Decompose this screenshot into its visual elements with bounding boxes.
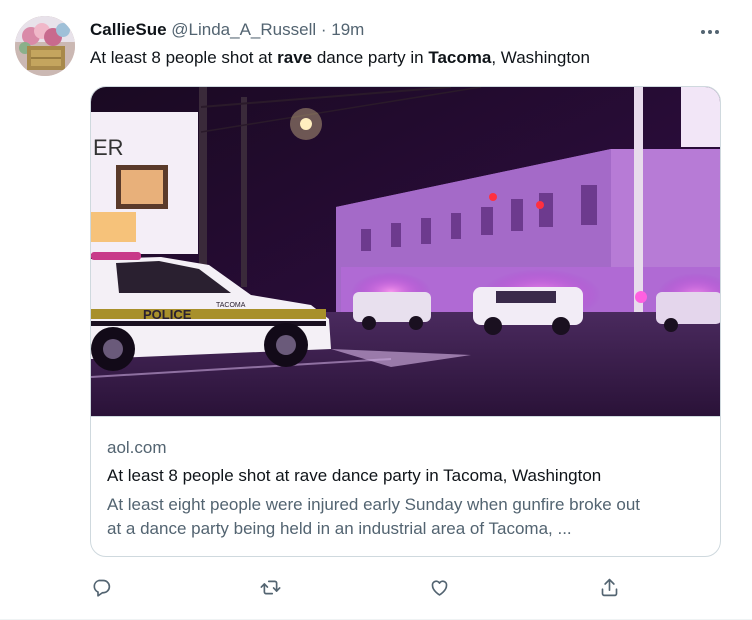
tweet-header: CallieSue @Linda_A_Russell · 19m xyxy=(90,19,702,41)
link-description-line: At least eight people were injured early… xyxy=(107,495,641,514)
tweet-text: At least 8 people shot at rave dance par… xyxy=(90,47,590,69)
link-card-image: ER POLICE TACOMA xyxy=(91,87,720,417)
more-icon xyxy=(701,30,719,34)
avatar[interactable] xyxy=(15,16,75,76)
tweet-text-highlight: rave xyxy=(277,48,313,67)
link-domain: aol.com xyxy=(107,438,167,457)
tweet-text-segment: , Washington xyxy=(491,48,590,67)
link-card[interactable]: ER POLICE TACOMA aol.com At least 8 peop… xyxy=(90,86,721,557)
author-name[interactable]: CallieSue xyxy=(90,20,167,39)
link-description-line: at a dance party being held in an indust… xyxy=(107,519,572,538)
link-description: At least eight people were injured early… xyxy=(107,493,704,541)
tweet-text-segment: dance party in xyxy=(312,48,429,67)
more-options-button[interactable] xyxy=(696,22,724,42)
vehicle-text: POLICE xyxy=(143,307,192,322)
like-icon xyxy=(431,579,447,596)
sign-text: ER xyxy=(93,135,124,160)
retweet-button[interactable] xyxy=(255,572,285,602)
retweet-icon xyxy=(259,580,281,594)
tweet-actions xyxy=(90,572,630,602)
separator-dot: · xyxy=(320,20,327,39)
tweet-text-segment: At least 8 people shot at xyxy=(90,48,278,67)
vehicle-brand: TACOMA xyxy=(216,302,246,309)
link-title: At least 8 people shot at rave dance par… xyxy=(107,466,602,485)
like-button[interactable] xyxy=(424,572,454,602)
link-card-body: aol.com At least 8 people shot at rave d… xyxy=(107,437,704,541)
avatar-image xyxy=(15,16,75,76)
author-handle[interactable]: @Linda_A_Russell xyxy=(171,20,316,39)
share-icon xyxy=(601,578,617,596)
tweet-text-highlight: Tacoma xyxy=(428,48,492,67)
reply-icon xyxy=(92,579,110,597)
reply-button[interactable] xyxy=(86,572,116,602)
share-button[interactable] xyxy=(594,572,624,602)
tweet-timestamp[interactable]: 19m xyxy=(331,20,364,39)
tweet[interactable]: CallieSue @Linda_A_Russell · 19m At leas… xyxy=(0,0,752,620)
